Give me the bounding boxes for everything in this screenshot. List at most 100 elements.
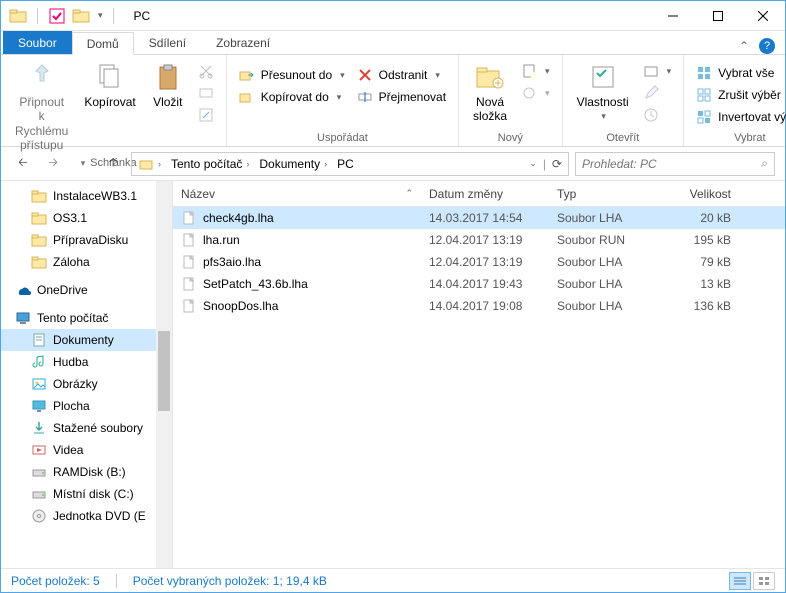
file-row[interactable]: SnoopDos.lha14.04.2017 19:08Soubor LHA13… — [173, 295, 785, 317]
tab-share[interactable]: Sdílení — [134, 31, 201, 54]
move-to-button[interactable]: Přesunout do▾ — [235, 65, 349, 85]
new-folder-icon — [474, 61, 506, 93]
status-selected: Počet vybraných položek: 1; 19,4 kB — [133, 574, 327, 588]
breadcrumb-seg[interactable]: Tento počítač› — [167, 157, 253, 171]
copy-button[interactable]: Kopírovat — [78, 59, 141, 111]
view-icons-button[interactable] — [753, 572, 775, 590]
navigation-tree: InstalaceWB3.1OS3.1PřípravaDiskuZáloha O… — [1, 181, 173, 568]
qat-folder-icon[interactable] — [72, 7, 90, 25]
pin-quickaccess-button[interactable]: Připnout k Rychlému přístupu — [9, 59, 74, 155]
tree-item[interactable]: Dokumenty — [1, 329, 172, 351]
tree-onedrive[interactable]: OneDrive — [1, 279, 172, 301]
col-size[interactable]: Velikost — [659, 187, 739, 201]
edit-button[interactable] — [639, 83, 676, 103]
delete-button[interactable]: Odstranit▾ — [353, 65, 450, 85]
tree-scrollbar[interactable] — [156, 181, 172, 568]
tree-item[interactable]: Záloha — [1, 251, 172, 273]
drive-icon — [31, 486, 47, 502]
copy-icon — [94, 61, 126, 93]
downloads-icon — [31, 420, 47, 436]
tree-item[interactable]: Plocha — [1, 395, 172, 417]
copy-to-button[interactable]: Kopírovat do▾ — [235, 87, 349, 107]
desktop-icon — [31, 398, 47, 414]
search-icon: ⌕ — [761, 156, 768, 171]
tree-thispc[interactable]: Tento počítač — [1, 307, 172, 329]
tree-item[interactable]: Videa — [1, 439, 172, 461]
tree-item[interactable]: OS3.1 — [1, 207, 172, 229]
up-button[interactable]: 🡡 — [101, 152, 125, 176]
search-box[interactable]: ⌕ — [575, 152, 775, 176]
file-row[interactable]: pfs3aio.lha12.04.2017 13:19Soubor LHA79 … — [173, 251, 785, 273]
forward-button[interactable]: 🡢 — [41, 152, 65, 176]
open-group-label: Otevřít — [571, 130, 676, 144]
file-icon — [181, 254, 197, 270]
shortcut-icon — [198, 107, 214, 123]
breadcrumb-root[interactable]: › — [134, 156, 165, 172]
tree-item[interactable]: Hudba — [1, 351, 172, 373]
history-button[interactable] — [639, 105, 676, 125]
select-all-icon — [696, 65, 712, 81]
select-all-button[interactable]: Vybrat vše — [692, 63, 786, 83]
invert-selection-button[interactable]: Invertovat výběr — [692, 107, 786, 127]
invert-icon — [696, 109, 712, 125]
dvd-icon — [31, 508, 47, 524]
new-folder-button[interactable]: Nová složka — [467, 59, 513, 126]
window-title: PC — [126, 9, 151, 23]
easy-access-button[interactable]: ▾ — [517, 83, 554, 103]
folder-icon — [9, 7, 27, 25]
new-item-button[interactable]: ▾ — [517, 61, 554, 81]
newitem-icon — [521, 63, 537, 79]
rename-button[interactable]: Přejmenovat — [353, 87, 450, 107]
tree-item[interactable]: PřípravaDisku — [1, 229, 172, 251]
history-icon — [643, 107, 659, 123]
col-date[interactable]: Datum změny — [421, 187, 549, 201]
breadcrumb-seg[interactable]: PC — [333, 157, 358, 171]
status-bar: Počet položek: 5 Počet vybraných položek… — [1, 568, 785, 592]
refresh-button[interactable]: ⟳ — [552, 157, 562, 171]
back-button[interactable]: 🡠 — [11, 152, 35, 176]
tab-file[interactable]: Soubor — [3, 31, 72, 54]
paste-shortcut-button[interactable] — [194, 105, 218, 125]
breadcrumb-dropdown-icon[interactable]: ⌄ — [529, 158, 537, 169]
move-icon — [239, 67, 255, 83]
tree-item[interactable]: RAMDisk (B:) — [1, 461, 172, 483]
cut-button[interactable] — [194, 61, 218, 81]
recent-dropdown[interactable]: ▾ — [71, 152, 95, 176]
tree-item[interactable]: Stažené soubory — [1, 417, 172, 439]
collapse-ribbon-icon[interactable]: ⌃ — [739, 39, 749, 53]
open-button[interactable]: ▾ — [639, 61, 676, 81]
path-icon — [198, 85, 214, 101]
copy-path-button[interactable] — [194, 83, 218, 103]
file-row[interactable]: lha.run12.04.2017 13:19Soubor RUN195 kB — [173, 229, 785, 251]
properties-button[interactable]: Vlastnosti ▾ — [571, 59, 635, 124]
search-input[interactable] — [582, 157, 761, 171]
paste-button[interactable]: Vložit — [146, 59, 190, 111]
maximize-button[interactable] — [695, 1, 740, 30]
tree-item[interactable]: InstalaceWB3.1 — [1, 185, 172, 207]
folder-icon — [31, 210, 47, 226]
qat-dropdown-icon[interactable]: ▾ — [98, 10, 103, 21]
help-icon[interactable]: ? — [759, 38, 775, 54]
drive-icon — [31, 464, 47, 480]
select-none-button[interactable]: Zrušit výběr — [692, 85, 786, 105]
col-type[interactable]: Typ — [549, 187, 659, 201]
tree-item[interactable]: Jednotka DVD (E — [1, 505, 172, 527]
ribbon-tabs: Soubor Domů Sdílení Zobrazení ⌃ ? — [1, 31, 785, 55]
file-row[interactable]: check4gb.lha14.03.2017 14:54Soubor LHA20… — [173, 207, 785, 229]
select-group-label: Vybrat — [692, 130, 786, 144]
view-details-button[interactable] — [729, 572, 751, 590]
col-name[interactable]: Název⌃ — [173, 187, 421, 201]
tab-home[interactable]: Domů — [72, 32, 134, 55]
tree-item[interactable]: Obrázky — [1, 373, 172, 395]
close-button[interactable] — [740, 1, 785, 30]
breadcrumb-seg[interactable]: Dokumenty› — [255, 157, 331, 171]
breadcrumb[interactable]: › Tento počítač› Dokumenty› PC ⌄ | ⟳ — [131, 152, 569, 176]
ribbon: Připnout k Rychlému přístupu Kopírovat V… — [1, 55, 785, 147]
file-row[interactable]: SetPatch_43.6b.lha14.04.2017 19:43Soubor… — [173, 273, 785, 295]
location-bar: 🡠 🡢 ▾ 🡡 › Tento počítač› Dokumenty› PC ⌄… — [1, 147, 785, 181]
tab-view[interactable]: Zobrazení — [201, 31, 285, 54]
minimize-button[interactable] — [650, 1, 695, 30]
qat-checkbox-icon[interactable] — [48, 7, 66, 25]
tree-item[interactable]: Místní disk (C:) — [1, 483, 172, 505]
organize-group-label: Uspořádat — [235, 130, 450, 144]
